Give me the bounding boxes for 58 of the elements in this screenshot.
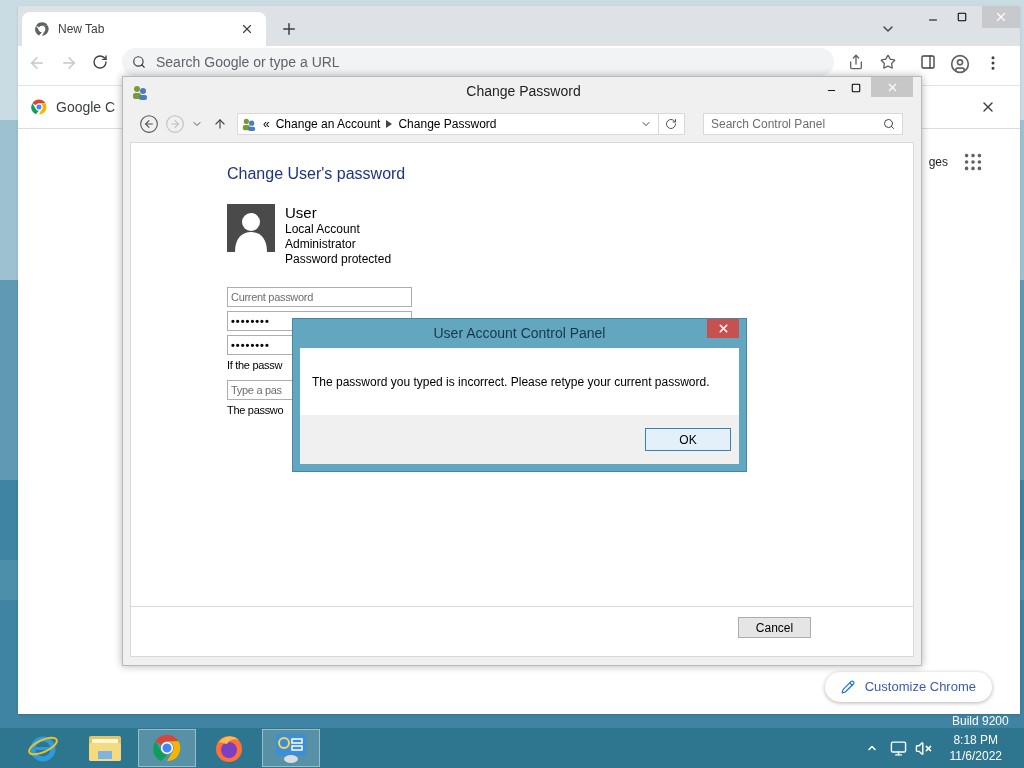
account-name: User — [285, 204, 318, 222]
address-placeholder: Search Google or type a URL — [156, 52, 340, 72]
breadcrumb-item[interactable]: Change an Account — [275, 115, 381, 133]
ok-button[interactable]: OK — [645, 428, 731, 451]
bookmark-link[interactable]: Google C — [56, 96, 116, 118]
account-detail: Local Account — [285, 222, 361, 237]
close-icon — [994, 10, 1008, 24]
clock-time[interactable]: 8:18 PM — [953, 732, 999, 748]
search-icon — [883, 118, 895, 130]
account-detail: Password protected — [285, 252, 392, 267]
taskbar-button[interactable] — [262, 729, 320, 767]
hint-text: The passwo — [227, 403, 284, 418]
taskbar-button[interactable] — [138, 729, 196, 767]
close-icon — [716, 322, 730, 335]
search-placeholder: Search Control Panel — [711, 116, 827, 133]
reload-icon[interactable] — [92, 54, 108, 70]
build-text: Build 9200 — [952, 714, 1009, 728]
users-icon — [241, 117, 257, 131]
dialog-title: User Account Control Panel — [432, 324, 607, 343]
overflow-mark[interactable]: « — [263, 115, 270, 133]
muted-speaker-icon[interactable] — [914, 739, 932, 757]
refresh-icon[interactable] — [665, 118, 677, 130]
pencil-icon — [840, 680, 855, 694]
tab-title: New Tab — [58, 21, 106, 38]
search-field[interactable]: Search Control Panel — [703, 113, 903, 135]
gmail-images-link[interactable]: ges — [928, 153, 948, 171]
maximize-icon[interactable] — [851, 83, 861, 93]
up-icon[interactable] — [213, 117, 227, 131]
share-icon[interactable] — [848, 54, 864, 70]
input-field[interactable]: Current password — [227, 287, 412, 307]
hint-text: If the passw — [227, 358, 283, 373]
folder-icon — [88, 733, 122, 763]
side-panel-icon[interactable] — [920, 54, 936, 70]
profile-icon[interactable] — [950, 54, 970, 74]
close-icon[interactable] — [240, 22, 254, 36]
separator-icon — [386, 120, 393, 128]
back-icon[interactable] — [139, 114, 159, 134]
error-message: The password you typed is incorrect. Please retype your current password. — [311, 373, 711, 391]
maximize-icon[interactable] — [957, 12, 967, 22]
users-icon — [131, 83, 149, 100]
close-button[interactable] — [707, 319, 739, 338]
user-avatar-icon — [227, 204, 275, 252]
control-panel-icon — [274, 732, 308, 764]
breadcrumb-item[interactable]: Change Password — [398, 115, 497, 133]
address-bar[interactable]: Search Google or type a URL — [122, 48, 834, 76]
breadcrumb-bar[interactable]: « Change an Account Change Password — [237, 113, 685, 135]
page-heading: Change User's password — [227, 164, 407, 184]
new-tab-icon[interactable] — [280, 20, 298, 38]
customize-chrome-button[interactable]: Customize Chrome — [824, 672, 992, 702]
window-title: Change Password — [465, 82, 582, 101]
star-icon[interactable] — [880, 54, 896, 70]
search-icon — [132, 55, 146, 69]
network-icon[interactable] — [889, 739, 907, 757]
apps-grid-icon[interactable] — [962, 151, 984, 173]
clock-date[interactable]: 11/6/2022 — [949, 748, 1002, 764]
browser-tab[interactable]: New Tab — [22, 12, 266, 46]
cancel-button[interactable]: Cancel — [738, 617, 811, 638]
account-detail: Administrator — [285, 237, 357, 252]
